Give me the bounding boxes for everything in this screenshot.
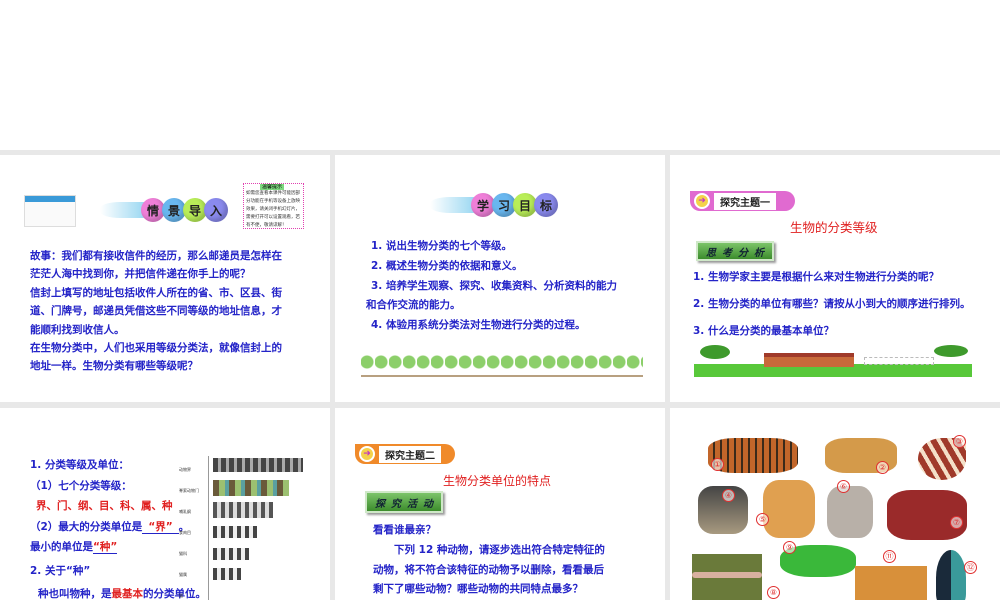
text-line: 茫茫人海中找到你，并把信件递在你手上的呢？	[30, 268, 251, 281]
kitten-image	[855, 566, 927, 600]
note-box: 温馨提示 如需您查看本课件可能因部分功能在手机等设备上放映效果，请关闭手机幻灯片…	[243, 183, 304, 229]
animal-number: ③	[953, 435, 966, 448]
question-item: 3. 什么是分类的最基本单位？	[693, 325, 834, 337]
slide-thumbnail-1[interactable]: 情 景 导 入 温馨提示 如需您查看本课件可能因部分功能在手机等设备上放映效果，…	[0, 155, 330, 402]
question-item: 2. 生物分类的单位有哪些？请按从小到大的顺序进行排列。	[693, 298, 971, 310]
animal-number: ⑫	[964, 561, 977, 574]
text-line: 地址一样。生物分类有哪些等级呢？	[30, 360, 198, 373]
penguin-image	[936, 550, 966, 600]
text-line: 下列 12 种动物，请逐步选出符合特定特征的	[373, 543, 605, 556]
analysis-box: 思考分析	[696, 241, 774, 261]
cat-image	[763, 480, 815, 538]
text-line: 故事：我们都有接收信件的经历，那么邮递员是怎样在	[30, 250, 282, 262]
answer-blank: “界”	[142, 520, 179, 534]
trees-image	[361, 353, 643, 377]
banner-intro: 情 景 导 入	[100, 198, 228, 222]
text: 最小的单位是	[30, 541, 93, 553]
topic-tag-label: 探究主题一	[714, 192, 776, 210]
goal-item: 2. 概述生物分类的依据和意义。	[371, 259, 523, 272]
animal-number: ⑪	[883, 550, 896, 563]
slide-thumbnail-5[interactable]: ➜ 探究主题二 生物分类单位的特点 探究活动 看看谁最亲？ 下列 12 种动物，…	[335, 408, 665, 600]
sheep-image	[827, 486, 873, 538]
rank-label: 猫属	[179, 572, 187, 577]
goal-item: 和合作交流的能力。	[366, 299, 461, 312]
text-line: 能顺利找到收信人。	[30, 323, 125, 336]
goal-item: 1. 说出生物分类的七个等级。	[371, 240, 512, 252]
slide-thumbnail-2[interactable]: 学 习 目 标 1. 说出生物分类的七个等级。 2. 概述生物分类的依据和意义。…	[335, 155, 665, 402]
animal-number: ⑨	[783, 541, 796, 554]
rank-label: 动物界	[179, 467, 191, 472]
animal-number: ⑧	[767, 586, 780, 599]
activity-box: 探究活动	[365, 491, 443, 513]
text-line: 剩下了哪些动物？哪些动物的共同特点最多？	[373, 583, 583, 596]
slide-title: 生物分类单位的特点	[443, 474, 552, 488]
text: （2）最大的分类单位是	[30, 520, 143, 533]
rank-label: 脊索动物门	[179, 488, 199, 493]
slide-thumbnail-6[interactable]: ① ② ③ ④ ⑤ ⑥ ⑦ ⑧ ⑨ ⑪ ⑫	[670, 408, 1000, 600]
slide-thumbnail-3[interactable]: ➜ 探究主题一 生物的分类等级 思考分析 1. 生物学家主要是根据什么来对生物进…	[670, 155, 1000, 402]
animal-number: ②	[876, 461, 889, 474]
rank-label: 猫科	[179, 551, 187, 556]
text-line: 动物，将不符合该特征的动物予以删除，看看最后	[373, 563, 604, 576]
horse-image	[887, 490, 967, 540]
text: 种也叫物种，是	[38, 588, 112, 600]
text-line: 在生物分类中，人们也采用等级分类法，就像信封上的	[30, 342, 282, 355]
note-text: 如需您查看本课件可能因部分功能在手机等设备上放映效果，请关闭手机幻灯片，需要打开…	[246, 191, 300, 228]
goal-item: 4. 体验用系统分类法对生物进行分类的过程。	[371, 319, 586, 332]
banner-char: 标	[534, 193, 558, 217]
topic-tag-label: 探究主题二	[379, 445, 441, 463]
text-line: 信封上填写的地址包括收件人所在的省、市、区县、街	[30, 286, 282, 299]
envelope-image	[24, 195, 76, 227]
rank-label: 食肉目	[179, 530, 191, 535]
animal-number: ⑥	[837, 480, 850, 493]
rank-label: 猫	[179, 593, 183, 598]
arrow-icon: ➜	[694, 193, 710, 209]
farm-image	[694, 345, 972, 377]
animal-number: ⑤	[756, 513, 769, 526]
animal-number: ④	[722, 489, 735, 502]
slide-previous[interactable]	[0, 0, 1000, 150]
text-line: 看看谁最亲？	[373, 524, 436, 536]
banner-goals: 学 习 目 标	[430, 193, 558, 217]
animal-number: ①	[711, 458, 724, 471]
animal-number: ⑦	[950, 516, 963, 529]
topic-tag: ➜ 探究主题二	[355, 444, 455, 464]
note-title: 温馨提示	[260, 184, 285, 190]
slide-thumbnail-4[interactable]: 1. 分类等级及单位： （1）七个分类等级： 界、门、纲、目、科、属、种 （2）…	[0, 408, 330, 600]
rank-label: 哺乳纲	[179, 509, 191, 514]
answer-blank: “种”	[93, 541, 118, 554]
banner-char: 入	[204, 198, 228, 222]
slide-title: 生物的分类等级	[790, 220, 878, 235]
emphasis: 最基本	[111, 588, 144, 600]
arrow-icon: ➜	[359, 446, 375, 462]
earthworm-image	[692, 554, 762, 600]
goal-item: 3. 培养学生观察、探究、收集资料、分析资料的能力	[371, 279, 617, 292]
taxonomy-diagram: 动物界 脊索动物门 哺乳纲 食肉目 猫科 猫属 猫	[179, 456, 308, 600]
question-item: 1. 生物学家主要是根据什么来对生物进行分类的呢？	[693, 271, 939, 283]
topic-tag: ➜ 探究主题一	[690, 191, 795, 211]
text-line: 道、门牌号，邮递员凭借这些不同等级的地址信息，才	[30, 305, 282, 318]
